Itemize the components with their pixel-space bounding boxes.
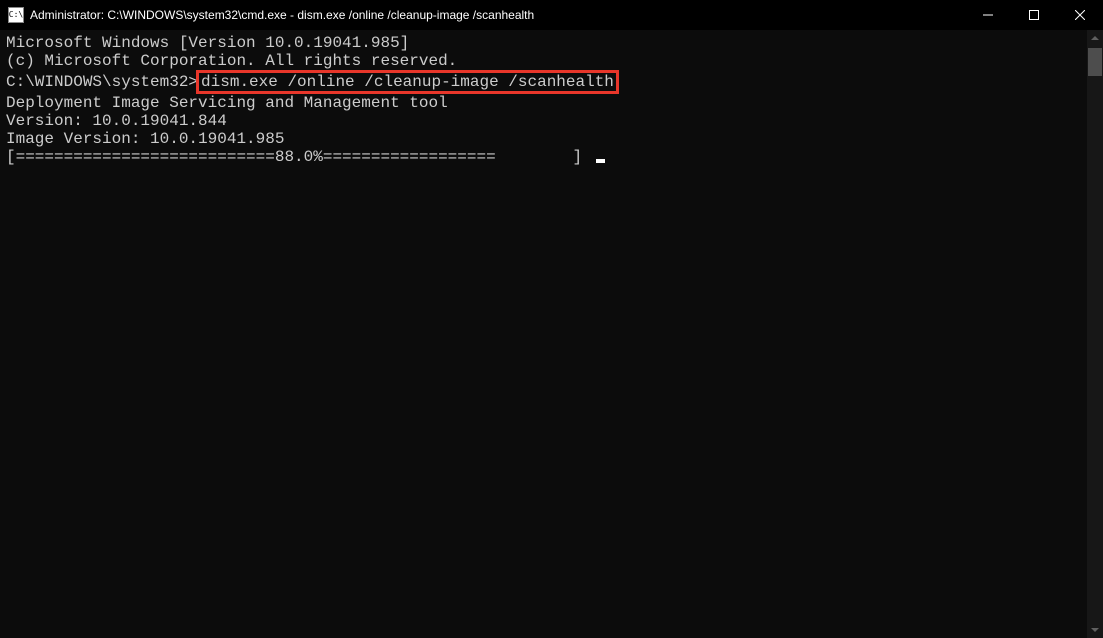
output-line: Image Version: 10.0.19041.985	[6, 130, 1081, 148]
progress-line: [===========================88.0%=======…	[6, 148, 1081, 166]
command-text: dism.exe /online /cleanup-image /scanhea…	[201, 73, 614, 91]
output-line: Microsoft Windows [Version 10.0.19041.98…	[6, 34, 1081, 52]
cmd-icon-text: C:\	[9, 11, 23, 19]
cmd-window: C:\ Administrator: C:\WINDOWS\system32\c…	[0, 0, 1103, 638]
window-title: Administrator: C:\WINDOWS\system32\cmd.e…	[30, 8, 965, 22]
chevron-down-icon	[1091, 628, 1099, 632]
close-button[interactable]	[1057, 0, 1103, 30]
chevron-up-icon	[1091, 36, 1099, 40]
maximize-button[interactable]	[1011, 0, 1057, 30]
output-line: (c) Microsoft Corporation. All rights re…	[6, 52, 1081, 70]
cursor	[596, 159, 605, 163]
window-controls	[965, 0, 1103, 30]
scrollbar-up-button[interactable]	[1087, 30, 1103, 46]
maximize-icon	[1029, 10, 1039, 20]
scrollbar-down-button[interactable]	[1087, 622, 1103, 638]
minimize-icon	[983, 10, 993, 20]
prompt-prefix: C:\WINDOWS\system32>	[6, 73, 198, 91]
prompt-line: C:\WINDOWS\system32>dism.exe /online /cl…	[6, 70, 1081, 94]
minimize-button[interactable]	[965, 0, 1011, 30]
terminal-output[interactable]: Microsoft Windows [Version 10.0.19041.98…	[0, 30, 1087, 638]
output-line: Version: 10.0.19041.844	[6, 112, 1081, 130]
titlebar[interactable]: C:\ Administrator: C:\WINDOWS\system32\c…	[0, 0, 1103, 30]
cmd-icon: C:\	[8, 7, 24, 23]
close-icon	[1075, 10, 1085, 20]
output-line: Deployment Image Servicing and Managemen…	[6, 94, 1081, 112]
scrollbar[interactable]	[1087, 30, 1103, 638]
progress-bar-text: [===========================88.0%=======…	[6, 148, 592, 166]
scrollbar-thumb[interactable]	[1088, 48, 1102, 76]
command-highlight: dism.exe /online /cleanup-image /scanhea…	[196, 70, 619, 94]
